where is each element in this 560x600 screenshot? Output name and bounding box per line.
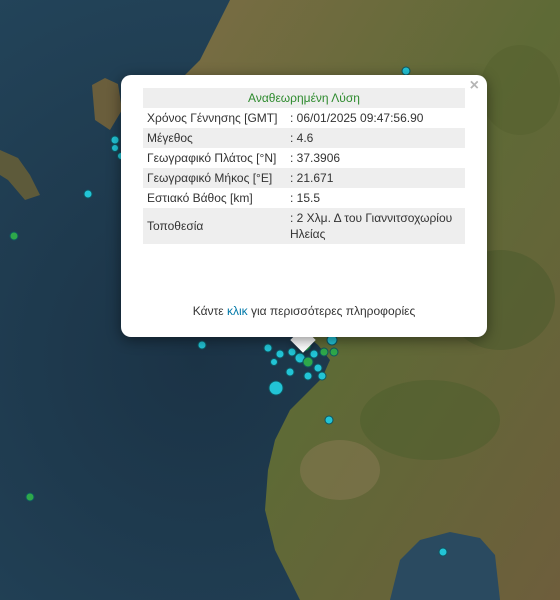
earthquake-marker[interactable] <box>319 347 329 357</box>
earthquake-info-table: Αναθεωρημένη Λύση Χρόνος Γέννησης [GMT] … <box>143 88 465 244</box>
table-row: Γεωγραφικό Πλάτος [°N] : 37.3906 <box>143 148 465 168</box>
more-info-link[interactable]: κλικ <box>227 304 248 318</box>
earthquake-marker[interactable] <box>401 66 411 76</box>
row-label: Μέγεθος <box>143 128 286 148</box>
row-label: Τοποθεσία <box>143 208 286 244</box>
earthquake-marker[interactable] <box>270 358 278 366</box>
row-value: : 15.5 <box>290 191 321 205</box>
earthquake-marker[interactable] <box>197 340 207 350</box>
row-label: Γεωγραφικό Πλάτος [°N] <box>147 151 277 165</box>
earthquake-marker[interactable] <box>275 349 285 359</box>
earthquake-marker[interactable] <box>438 547 448 557</box>
earthquake-marker[interactable] <box>309 349 319 359</box>
table-row: Τοποθεσία : 2 Χλμ. Δ του Γιαννιτσοχωρίου… <box>143 208 465 244</box>
earthquake-marker[interactable] <box>110 135 120 145</box>
popup-title: Αναθεωρημένη Λύση <box>143 88 465 108</box>
earthquake-marker[interactable] <box>317 371 327 381</box>
earthquake-marker[interactable] <box>285 367 295 377</box>
row-label: Χρόνος Γέννησης [GMT] <box>147 111 278 125</box>
table-row: Εστιακό Βάθος [km] : 15.5 <box>143 188 465 208</box>
forest-area <box>360 380 500 460</box>
footer-text-before: Κάντε <box>192 304 224 318</box>
earthquake-marker[interactable] <box>329 347 339 357</box>
earthquake-marker[interactable] <box>9 231 19 241</box>
row-value: : 21.671 <box>286 168 465 188</box>
close-button[interactable]: × <box>470 78 479 94</box>
row-value: : 37.3906 <box>290 151 341 165</box>
earthquake-marker[interactable] <box>263 343 273 353</box>
forest-area <box>480 45 560 135</box>
earthquake-marker[interactable] <box>268 380 284 396</box>
earthquake-info-popup: × Αναθεωρημένη Λύση Χρόνος Γέννησης [GMT… <box>121 75 487 337</box>
table-header-row: Αναθεωρημένη Λύση <box>143 88 465 108</box>
row-value: : 4.6 <box>286 128 465 148</box>
table-row: Μέγεθος : 4.6 <box>143 128 465 148</box>
earthquake-marker[interactable] <box>324 415 334 425</box>
popup-footer: Κάντε κλικ για περισσότερες πληροφορίες <box>121 304 487 318</box>
field-area <box>300 440 380 500</box>
earthquake-marker[interactable] <box>303 371 313 381</box>
row-value: : 06/01/2025 09:47:56.90 <box>290 111 424 125</box>
row-value: : 2 Χλμ. Δ του Γιαννιτσοχωρίου Ηλείας <box>286 208 465 244</box>
row-label: Εστιακό Βάθος [km] <box>147 191 253 205</box>
row-label: Γεωγραφικό Μήκος [°E] <box>143 168 286 188</box>
earthquake-marker[interactable] <box>83 189 93 199</box>
earthquake-marker[interactable] <box>111 144 119 152</box>
footer-text-after: για περισσότερες πληροφορίες <box>250 304 416 318</box>
table-row: Γεωγραφικό Μήκος [°E] : 21.671 <box>143 168 465 188</box>
earthquake-marker[interactable] <box>302 356 314 368</box>
earthquake-marker[interactable] <box>287 347 297 357</box>
table-row: Χρόνος Γέννησης [GMT] : 06/01/2025 09:47… <box>143 108 465 128</box>
earthquake-marker[interactable] <box>25 492 35 502</box>
earthquake-marker[interactable] <box>313 363 323 373</box>
